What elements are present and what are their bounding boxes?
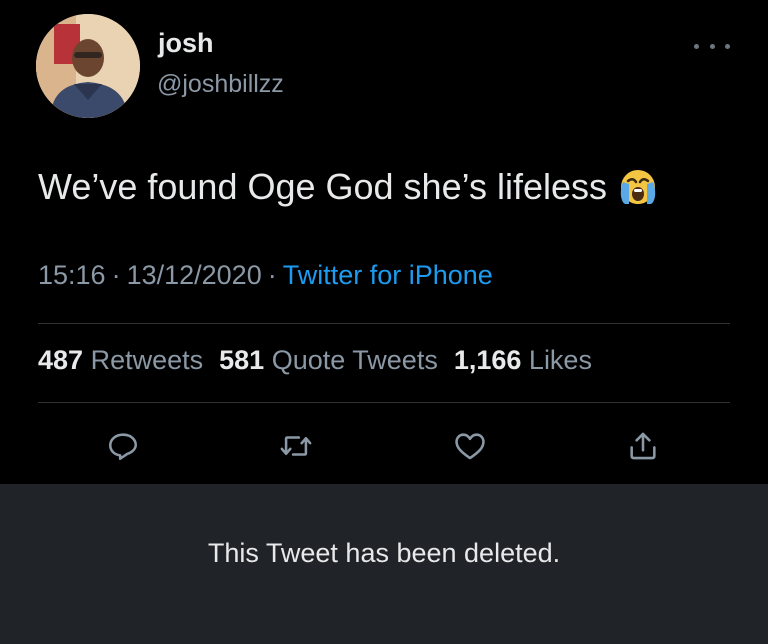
meta-separator: ·	[267, 260, 277, 290]
tweet-source-link[interactable]: Twitter for iPhone	[283, 260, 493, 290]
retweet-button[interactable]	[274, 424, 318, 468]
tweet-stats: 487 Retweets 581 Quote Tweets 1,166 Likes	[38, 347, 608, 374]
deleted-tweet-message: This Tweet has been deleted.	[207, 538, 561, 568]
reply-icon	[108, 433, 138, 461]
more-dot	[709, 43, 715, 49]
quote-tweets-stat[interactable]: 581 Quote Tweets	[219, 345, 438, 375]
retweets-count: 487	[38, 345, 84, 375]
avatar-photo-icon	[36, 14, 140, 118]
divider	[38, 402, 730, 403]
quote-tweets-count: 581	[219, 345, 265, 375]
retweets-label: Retweets	[90, 345, 204, 375]
heart-icon	[455, 433, 485, 460]
reply-button[interactable]	[101, 424, 145, 468]
avatar[interactable]	[36, 14, 140, 118]
author-handle[interactable]: @joshbillzz	[157, 72, 284, 97]
likes-count: 1,166	[453, 345, 522, 375]
tweet-text: We’ve found Oge God she’s lifeless	[38, 166, 659, 208]
tweet-card: josh @joshbillzz We’ve found Oge God she…	[0, 0, 768, 484]
tweet-actions	[0, 424, 768, 468]
tweet-meta: 15:16 · 13/12/2020 · Twitter for iPhone	[38, 262, 493, 289]
like-button[interactable]	[448, 424, 492, 468]
meta-separator: ·	[111, 260, 121, 290]
share-icon	[630, 432, 656, 460]
likes-label: Likes	[528, 345, 592, 375]
share-button[interactable]	[621, 424, 665, 468]
retweets-stat[interactable]: 487 Retweets	[38, 345, 203, 375]
author-display-name[interactable]: josh	[158, 30, 214, 57]
likes-stat[interactable]: 1,166 Likes	[454, 345, 592, 375]
loudly-crying-face-icon	[620, 170, 656, 204]
more-dot	[725, 43, 730, 49]
tweet-time[interactable]: 15:16	[38, 260, 106, 290]
tweet-text-content: We’ve found Oge God she’s lifeless	[38, 166, 607, 208]
retweet-icon	[280, 436, 312, 456]
tweet-date[interactable]: 13/12/2020	[127, 260, 262, 290]
divider	[38, 323, 730, 324]
more-dot	[694, 43, 699, 49]
quote-tweets-label: Quote Tweets	[271, 345, 438, 375]
more-horizontal-icon[interactable]	[694, 36, 730, 56]
